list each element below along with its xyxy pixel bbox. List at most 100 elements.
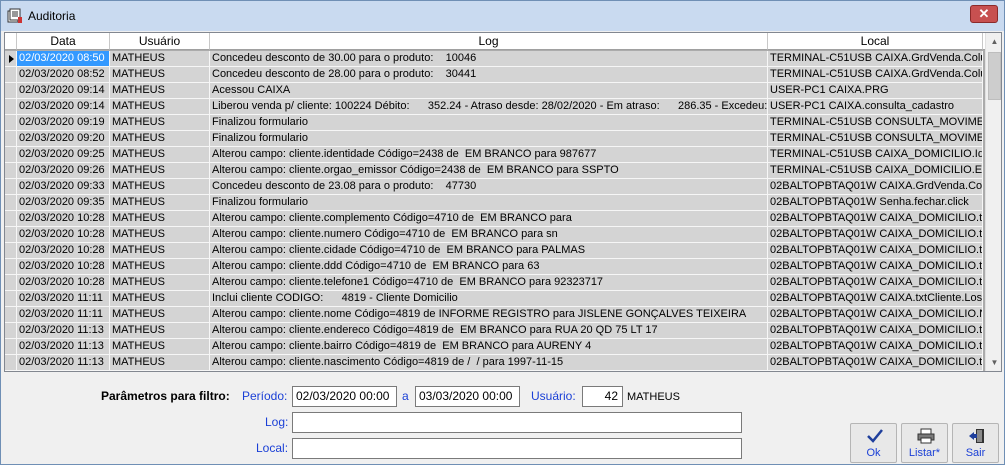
table-row[interactable]: 02/03/2020 10:28 MATHEUS Alterou campo: cl…: [5, 227, 983, 243]
row-log-cell[interactable]: Alterou campo: cliente.nome Código=4819 …: [210, 307, 768, 323]
column-header-data[interactable]: Data: [17, 33, 110, 50]
row-log-cell[interactable]: Alterou campo: cliente.nascimento Código…: [210, 355, 768, 371]
row-date-cell[interactable]: 02/03/2020 09:14: [17, 99, 110, 115]
row-indicator[interactable]: [5, 51, 17, 67]
row-local-cell[interactable]: 02BALTOPBTAQ01W CAIXA_DOMICILIO.txtB: [768, 339, 983, 355]
row-indicator[interactable]: [5, 307, 17, 323]
row-local-cell[interactable]: 02BALTOPBTAQ01W CAIXA_DOMICILIO.Nor: [768, 307, 983, 323]
row-date-cell[interactable]: 02/03/2020 09:20: [17, 131, 110, 147]
row-indicator[interactable]: [5, 291, 17, 307]
row-date-cell[interactable]: 02/03/2020 10:28: [17, 243, 110, 259]
row-log-cell[interactable]: Alterou campo: cliente.numero Código=471…: [210, 227, 768, 243]
row-date-cell[interactable]: 02/03/2020 11:11: [17, 291, 110, 307]
row-date-cell[interactable]: 02/03/2020 09:19: [17, 115, 110, 131]
row-user-cell[interactable]: MATHEUS: [110, 147, 210, 163]
scroll-up-icon[interactable]: ▲: [986, 33, 1001, 50]
table-row[interactable]: 02/03/2020 09:33 MATHEUS Concedeu desconto…: [5, 179, 983, 195]
listar-button[interactable]: Listar*: [901, 423, 948, 463]
row-local-cell[interactable]: 02BALTOPBTAQ01W CAIXA_DOMICILIO.txtE: [768, 323, 983, 339]
row-local-cell[interactable]: 02BALTOPBTAQ01W CAIXA_DOMICILIO.txtN: [768, 355, 983, 371]
table-row[interactable]: 02/03/2020 09:19 MATHEUS Finalizou formula…: [5, 115, 983, 131]
row-local-cell[interactable]: 02BALTOPBTAQ01W CAIXA_DOMICILIO.txtNu: [768, 227, 983, 243]
row-log-cell[interactable]: Acessou CAIXA: [210, 83, 768, 99]
table-row[interactable]: 02/03/2020 10:28 MATHEUS Alterou campo: cl…: [5, 243, 983, 259]
row-log-cell[interactable]: Finalizou formulario: [210, 195, 768, 211]
row-local-cell[interactable]: 02BALTOPBTAQ01W CAIXA_DOMICILIO.txtCo: [768, 211, 983, 227]
sair-button[interactable]: Sair: [952, 423, 999, 463]
row-indicator[interactable]: [5, 195, 17, 211]
row-log-cell[interactable]: Alterou campo: cliente.telefone1 Código=…: [210, 275, 768, 291]
row-date-cell[interactable]: 02/03/2020 10:28: [17, 227, 110, 243]
row-user-cell[interactable]: MATHEUS: [110, 259, 210, 275]
row-local-cell[interactable]: TERMINAL-C51USB CAIXA.GrdVenda.Colun: [768, 51, 983, 67]
row-user-cell[interactable]: MATHEUS: [110, 355, 210, 371]
row-date-cell[interactable]: 02/03/2020 09:14: [17, 83, 110, 99]
table-row[interactable]: 02/03/2020 10:28 MATHEUS Alterou campo: cl…: [5, 259, 983, 275]
row-user-cell[interactable]: MATHEUS: [110, 323, 210, 339]
table-row[interactable]: 02/03/2020 09:25 MATHEUS Alterou campo: cl…: [5, 147, 983, 163]
row-local-cell[interactable]: 02BALTOPBTAQ01W CAIXA_DOMICILIO.txtTe: [768, 275, 983, 291]
row-user-cell[interactable]: MATHEUS: [110, 243, 210, 259]
row-indicator[interactable]: [5, 83, 17, 99]
row-log-cell[interactable]: Concedeu desconto de 28.00 para o produt…: [210, 67, 768, 83]
row-log-cell[interactable]: Alterou campo: cliente.identidade Código…: [210, 147, 768, 163]
close-button[interactable]: ✕: [970, 5, 998, 23]
row-user-cell[interactable]: MATHEUS: [110, 275, 210, 291]
column-header-local[interactable]: Local: [768, 33, 983, 50]
row-indicator[interactable]: [5, 211, 17, 227]
row-date-cell[interactable]: 02/03/2020 11:13: [17, 355, 110, 371]
row-local-cell[interactable]: TERMINAL-C51USB CAIXA.GrdVenda.Colun: [768, 67, 983, 83]
row-local-cell[interactable]: TERMINAL-C51USB CAIXA_DOMICILIO.Identi: [768, 147, 983, 163]
column-header-usuario[interactable]: Usuário: [110, 33, 210, 50]
table-row[interactable]: 02/03/2020 09:20 MATHEUS Finalizou formula…: [5, 131, 983, 147]
row-local-cell[interactable]: 02BALTOPBTAQ01W Senha.fechar.click: [768, 195, 983, 211]
row-user-cell[interactable]: MATHEUS: [110, 339, 210, 355]
row-date-cell[interactable]: 02/03/2020 09:25: [17, 147, 110, 163]
row-indicator[interactable]: [5, 259, 17, 275]
row-date-cell[interactable]: 02/03/2020 08:50: [17, 51, 110, 67]
table-row[interactable]: 02/03/2020 11:13 MATHEUS Alterou campo: cl…: [5, 355, 983, 371]
row-date-cell[interactable]: 02/03/2020 10:28: [17, 259, 110, 275]
row-indicator[interactable]: [5, 323, 17, 339]
usuario-code-field[interactable]: 42: [582, 386, 623, 407]
row-indicator[interactable]: [5, 115, 17, 131]
ok-button[interactable]: Ok: [850, 423, 897, 463]
row-indicator[interactable]: [5, 275, 17, 291]
row-indicator[interactable]: [5, 339, 17, 355]
row-user-cell[interactable]: MATHEUS: [110, 211, 210, 227]
date-to-field[interactable]: 03/03/2020 00:00: [415, 386, 520, 407]
row-user-cell[interactable]: MATHEUS: [110, 307, 210, 323]
table-row[interactable]: 02/03/2020 11:13 MATHEUS Alterou campo: cl…: [5, 323, 983, 339]
row-user-cell[interactable]: MATHEUS: [110, 291, 210, 307]
row-date-cell[interactable]: 02/03/2020 09:33: [17, 179, 110, 195]
local-filter-field[interactable]: [292, 438, 742, 459]
table-row[interactable]: 02/03/2020 10:28 MATHEUS Alterou campo: cl…: [5, 211, 983, 227]
row-user-cell[interactable]: MATHEUS: [110, 179, 210, 195]
table-row[interactable]: 02/03/2020 09:14 MATHEUS Acessou CAIXA USER…: [5, 83, 983, 99]
row-indicator[interactable]: [5, 179, 17, 195]
row-indicator[interactable]: [5, 67, 17, 83]
row-log-cell[interactable]: Alterou campo: cliente.cidade Código=471…: [210, 243, 768, 259]
scroll-down-icon[interactable]: ▼: [986, 354, 1001, 371]
row-user-cell[interactable]: MATHEUS: [110, 195, 210, 211]
row-log-cell[interactable]: Concedeu desconto de 30.00 para o produt…: [210, 51, 768, 67]
row-date-cell[interactable]: 02/03/2020 11:13: [17, 339, 110, 355]
table-row[interactable]: 02/03/2020 11:13 MATHEUS Alterou campo: cl…: [5, 339, 983, 355]
row-indicator[interactable]: [5, 227, 17, 243]
row-log-cell[interactable]: Alterou campo: cliente.ddd Código=4710 d…: [210, 259, 768, 275]
date-from-field[interactable]: 02/03/2020 00:00: [292, 386, 397, 407]
table-row[interactable]: 02/03/2020 09:14 MATHEUS Liberou venda p/ …: [5, 99, 983, 115]
row-log-cell[interactable]: Alterou campo: cliente.bairro Código=481…: [210, 339, 768, 355]
row-indicator[interactable]: [5, 99, 17, 115]
row-log-cell[interactable]: Alterou campo: cliente.orgao_emissor Cód…: [210, 163, 768, 179]
row-date-cell[interactable]: 02/03/2020 10:28: [17, 211, 110, 227]
row-user-cell[interactable]: MATHEUS: [110, 83, 210, 99]
row-log-cell[interactable]: Liberou venda p/ cliente: 100224 Débito:…: [210, 99, 768, 115]
table-row[interactable]: 02/03/2020 11:11 MATHEUS Alterou campo: cl…: [5, 307, 983, 323]
row-date-cell[interactable]: 02/03/2020 09:26: [17, 163, 110, 179]
audit-grid[interactable]: Data Usuário Log Local 02/03/2020 08:50 M…: [4, 32, 1002, 372]
row-local-cell[interactable]: USER-PC1 CAIXA.consulta_cadastro: [768, 99, 983, 115]
row-indicator[interactable]: [5, 147, 17, 163]
log-filter-field[interactable]: [292, 412, 742, 433]
vertical-scrollbar[interactable]: ▲ ▼: [985, 33, 1001, 371]
